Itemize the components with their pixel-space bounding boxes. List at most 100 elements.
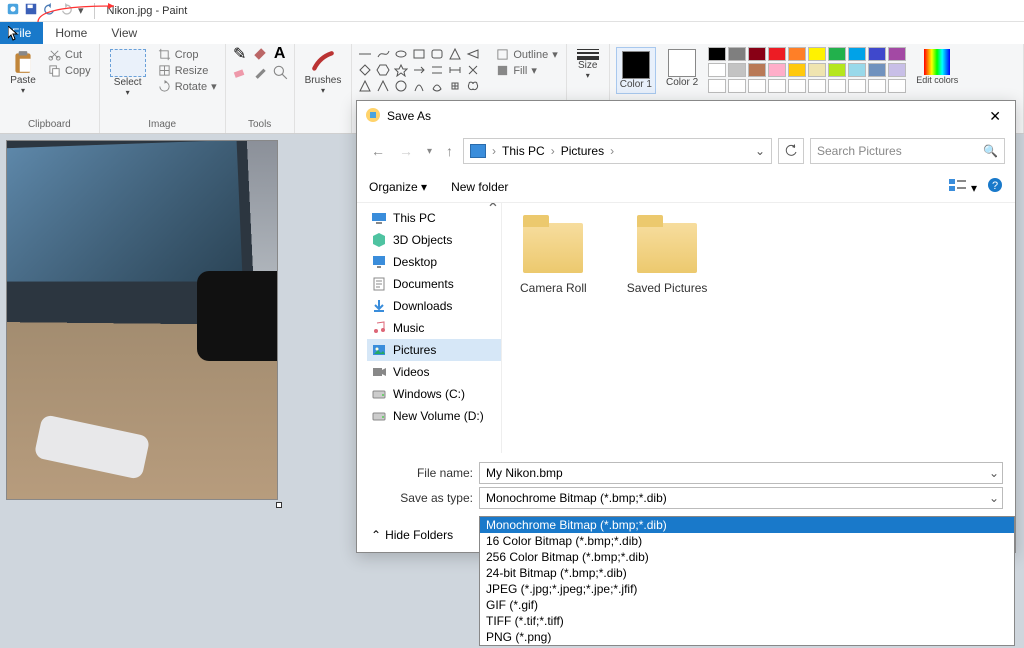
nav-scroll-up[interactable]: ⌃ bbox=[487, 203, 499, 215]
nav-item-music[interactable]: Music bbox=[367, 317, 501, 339]
rainbow-icon bbox=[924, 49, 950, 75]
size-icon bbox=[577, 49, 599, 60]
paste-icon bbox=[10, 49, 36, 75]
folder-saved-pictures[interactable]: Saved Pictures bbox=[627, 223, 708, 295]
type-option[interactable]: TIFF (*.tif;*.tiff) bbox=[480, 613, 1014, 629]
filename-input[interactable]: My Nikon.bmp⌄ bbox=[479, 462, 1003, 484]
saveastype-combobox[interactable]: Monochrome Bitmap (*.bmp;*.dib)⌄ bbox=[479, 487, 1003, 509]
text-tool[interactable]: A bbox=[272, 47, 288, 61]
folder-icon bbox=[637, 223, 697, 273]
type-option[interactable]: JPEG (*.jpg;*.jpeg;*.jpe;*.jfif) bbox=[480, 581, 1014, 597]
pencil-tool[interactable]: ✎ bbox=[232, 47, 248, 61]
picker-tool[interactable] bbox=[252, 65, 268, 79]
bucket-tool[interactable] bbox=[252, 47, 268, 61]
refresh-button[interactable] bbox=[778, 138, 804, 164]
pics-icon bbox=[371, 342, 387, 358]
music-icon bbox=[371, 320, 387, 336]
group-image: Select▾ Crop Resize Rotate ▾ Image bbox=[100, 44, 226, 133]
thispc-icon bbox=[470, 144, 486, 158]
chevron-down-icon[interactable]: ⌄ bbox=[989, 491, 999, 505]
size-button[interactable]: Size▾ bbox=[573, 47, 603, 82]
search-input[interactable]: Search Pictures 🔍 bbox=[810, 138, 1005, 164]
nav-item-documents[interactable]: Documents bbox=[367, 273, 501, 295]
image-group-label: Image bbox=[106, 117, 219, 133]
home-tab[interactable]: Home bbox=[43, 22, 99, 44]
shapes-gallery[interactable] bbox=[358, 47, 488, 93]
copy-button[interactable]: Copy bbox=[46, 63, 93, 78]
breadcrumb[interactable]: › This PC › Pictures › ⌄ bbox=[463, 138, 772, 164]
crop-button[interactable]: Crop bbox=[156, 47, 219, 62]
document-title: Nikon.jpg - Paint bbox=[107, 5, 188, 17]
view-tab[interactable]: View bbox=[99, 22, 149, 44]
paste-button[interactable]: Paste▾ bbox=[6, 47, 40, 97]
edit-colors-button[interactable]: Edit colors bbox=[912, 47, 962, 87]
nav-forward: → bbox=[395, 143, 417, 159]
palette-row3[interactable] bbox=[708, 79, 906, 93]
view-options-button[interactable]: ▾ bbox=[948, 178, 977, 195]
mouse-cursor-icon bbox=[8, 26, 20, 42]
folder-camera-roll[interactable]: Camera Roll bbox=[520, 223, 587, 295]
nav-item-this-pc[interactable]: This PC bbox=[367, 207, 501, 229]
palette-row1[interactable] bbox=[708, 47, 906, 61]
nav-item-windows-c-[interactable]: Windows (C:) bbox=[367, 383, 501, 405]
outline-button[interactable]: Outline ▾ bbox=[494, 47, 559, 62]
nav-up[interactable]: ↑ bbox=[442, 143, 457, 159]
group-brushes: Brushes▾ bbox=[295, 44, 353, 133]
select-icon bbox=[110, 49, 146, 77]
select-button[interactable]: Select▾ bbox=[106, 47, 150, 99]
help-button[interactable]: ? bbox=[987, 177, 1003, 196]
fill-button[interactable]: Fill ▾ bbox=[494, 63, 559, 78]
undo-icon[interactable] bbox=[42, 2, 56, 19]
saveastype-dropdown[interactable]: Monochrome Bitmap (*.bmp;*.dib)16 Color … bbox=[479, 516, 1015, 646]
dialog-icon bbox=[365, 107, 381, 126]
vids-icon bbox=[371, 364, 387, 380]
canvas-image[interactable] bbox=[6, 140, 278, 500]
resize-handle[interactable] bbox=[276, 502, 282, 508]
nav-item-videos[interactable]: Videos bbox=[367, 361, 501, 383]
redo-icon[interactable] bbox=[60, 2, 74, 19]
magnify-tool[interactable] bbox=[272, 65, 288, 79]
color1-swatch bbox=[622, 51, 650, 79]
docs-icon bbox=[371, 276, 387, 292]
nav-item-new-volume-d-[interactable]: New Volume (D:) bbox=[367, 405, 501, 427]
drive-icon bbox=[371, 386, 387, 402]
rotate-button[interactable]: Rotate ▾ bbox=[156, 79, 219, 94]
cut-button[interactable]: Cut bbox=[46, 47, 93, 62]
type-option[interactable]: GIF (*.gif) bbox=[480, 597, 1014, 613]
color2-button[interactable]: Color 2 bbox=[662, 47, 702, 90]
save-quick-icon[interactable] bbox=[24, 2, 38, 19]
brushes-button[interactable]: Brushes▾ bbox=[301, 47, 346, 97]
file-list[interactable]: Camera Roll Saved Pictures bbox=[502, 203, 1015, 453]
palette-row2[interactable] bbox=[708, 63, 906, 77]
close-button[interactable]: ✕ bbox=[983, 108, 1007, 125]
nav-recent[interactable]: ▾ bbox=[423, 146, 436, 157]
filename-label: File name: bbox=[369, 466, 479, 480]
eraser-tool[interactable] bbox=[232, 65, 248, 79]
organize-button[interactable]: Organize ▾ bbox=[369, 180, 427, 194]
color1-button[interactable]: Color 1 bbox=[616, 47, 656, 94]
nav-item-downloads[interactable]: Downloads bbox=[367, 295, 501, 317]
type-option[interactable]: 24-bit Bitmap (*.bmp;*.dib) bbox=[480, 565, 1014, 581]
saveastype-label: Save as type: bbox=[369, 491, 479, 505]
dialog-title: Save As bbox=[387, 109, 431, 123]
group-tools: ✎ A Tools bbox=[226, 44, 295, 133]
type-option[interactable]: Monochrome Bitmap (*.bmp;*.dib) bbox=[480, 517, 1014, 533]
desktop-icon bbox=[371, 254, 387, 270]
nav-item-desktop[interactable]: Desktop bbox=[367, 251, 501, 273]
nav-item-3d-objects[interactable]: 3D Objects bbox=[367, 229, 501, 251]
nav-back[interactable]: ← bbox=[367, 143, 389, 159]
newfolder-button[interactable]: New folder bbox=[451, 180, 508, 194]
type-option[interactable]: 16 Color Bitmap (*.bmp;*.dib) bbox=[480, 533, 1014, 549]
nav-item-pictures[interactable]: Pictures bbox=[367, 339, 501, 361]
resize-button[interactable]: Resize bbox=[156, 63, 219, 78]
type-option[interactable]: PNG (*.png) bbox=[480, 629, 1014, 645]
chevron-up-icon: ⌃ bbox=[371, 528, 381, 542]
type-option[interactable]: 256 Color Bitmap (*.bmp;*.dib) bbox=[480, 549, 1014, 565]
qat-dropdown-icon[interactable]: ▾ bbox=[78, 4, 84, 17]
file-menu[interactable]: File bbox=[0, 22, 43, 44]
pc-icon bbox=[371, 210, 387, 226]
chevron-down-icon[interactable]: ⌄ bbox=[989, 466, 999, 480]
drive-icon bbox=[371, 408, 387, 424]
paint-app-icon bbox=[6, 2, 20, 19]
tools-group-label: Tools bbox=[232, 117, 288, 133]
